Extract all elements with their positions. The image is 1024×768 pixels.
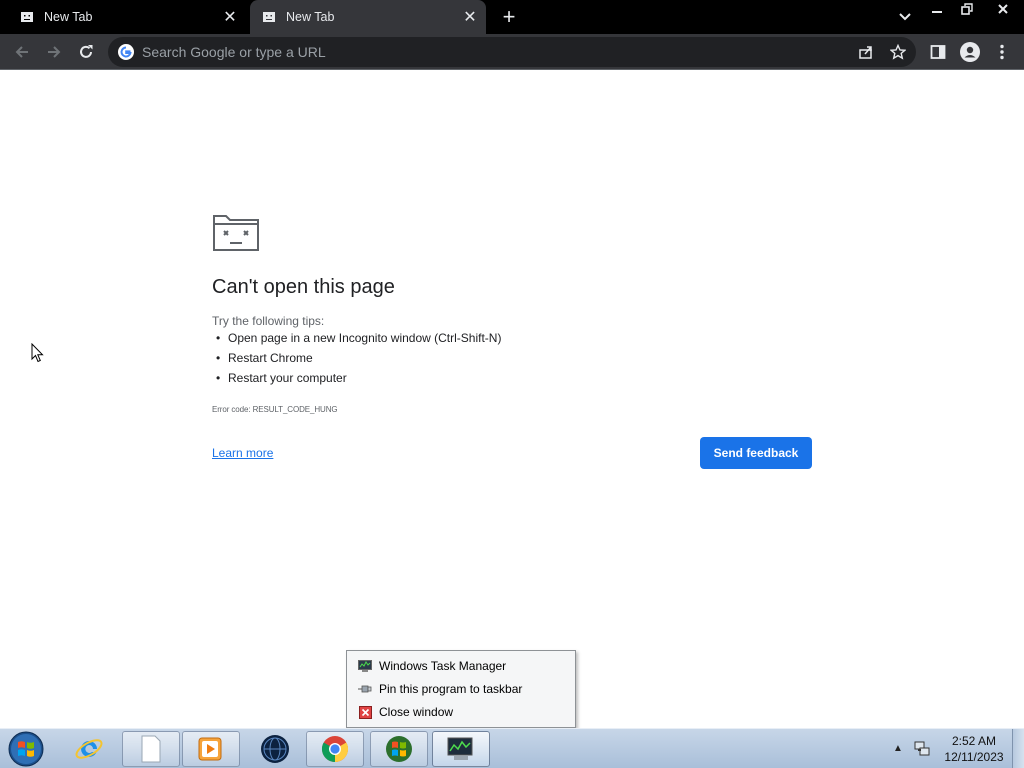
taskbar-task-manager[interactable] bbox=[432, 731, 490, 767]
tab-title: New Tab bbox=[44, 10, 93, 24]
jump-list-label: Close window bbox=[379, 705, 454, 719]
jump-list-close-window[interactable]: Close window bbox=[347, 701, 575, 723]
windows-flag-icon bbox=[386, 736, 412, 762]
restore-icon bbox=[961, 3, 973, 15]
learn-more-link[interactable]: Learn more bbox=[212, 446, 273, 460]
tip-item: Restart Chrome bbox=[216, 350, 501, 370]
tab-new-tab-2[interactable]: New Tab ✕ bbox=[250, 0, 486, 34]
forward-button[interactable] bbox=[42, 40, 66, 64]
globe-icon bbox=[261, 735, 289, 763]
google-g-icon bbox=[118, 44, 134, 60]
reload-icon bbox=[80, 45, 93, 58]
star-icon bbox=[890, 44, 906, 60]
tab-close-icon[interactable]: ✕ bbox=[220, 7, 240, 27]
system-clock[interactable]: 2:52 AM 12/11/2023 bbox=[940, 733, 1008, 765]
minimize-button[interactable] bbox=[922, 0, 952, 18]
new-tab-button[interactable]: + bbox=[498, 6, 520, 28]
jump-list-label: Pin this program to taskbar bbox=[379, 682, 523, 696]
close-button[interactable] bbox=[982, 0, 1024, 18]
avatar-icon bbox=[960, 42, 980, 62]
jump-list-task-manager[interactable]: Windows Task Manager bbox=[347, 655, 575, 677]
pin-icon bbox=[357, 681, 373, 697]
sad-page-icon bbox=[21, 12, 33, 22]
share-icon bbox=[859, 46, 872, 59]
tray-expand-arrow-icon[interactable]: ▲ bbox=[893, 743, 903, 754]
back-arrow-icon bbox=[15, 46, 28, 58]
mouse-cursor-icon bbox=[31, 343, 44, 363]
taskbar-globe-app[interactable] bbox=[246, 731, 304, 767]
omnibox-input[interactable] bbox=[142, 37, 842, 67]
task-manager-icon bbox=[447, 737, 473, 760]
clock-date: 12/11/2023 bbox=[944, 750, 1004, 764]
taskbar-chrome[interactable] bbox=[306, 731, 364, 767]
taskbar-jump-list: Windows Task Manager Pin this program to… bbox=[346, 650, 576, 728]
jump-list-pin[interactable]: Pin this program to taskbar bbox=[347, 678, 575, 700]
folder-icon bbox=[141, 735, 161, 763]
tips-list: Open page in a new Incognito window (Ctr… bbox=[216, 330, 501, 390]
task-manager-icon bbox=[357, 658, 373, 674]
tip-item: Open page in a new Incognito window (Ctr… bbox=[216, 330, 501, 350]
error-code: Error code: RESULT_CODE_HUNG bbox=[212, 405, 338, 414]
taskbar-media-player[interactable] bbox=[182, 731, 240, 767]
chrome-menu-button[interactable] bbox=[990, 40, 1014, 64]
send-feedback-button[interactable]: Send feedback bbox=[700, 437, 812, 469]
error-heading: Can't open this page bbox=[212, 276, 395, 298]
side-panel-icon bbox=[930, 45, 946, 59]
forward-arrow-icon bbox=[48, 46, 61, 58]
omnibox[interactable] bbox=[108, 37, 916, 67]
sad-folder-icon bbox=[213, 215, 259, 251]
windows-taskbar: ▲ 2:52 AM 12/11/2023 bbox=[0, 728, 1024, 768]
tips-intro: Try the following tips: bbox=[212, 314, 325, 328]
network-icon[interactable] bbox=[914, 741, 930, 757]
internet-explorer-icon bbox=[75, 739, 103, 759]
clock-time: 2:52 AM bbox=[951, 734, 997, 748]
tab-strip: New Tab ✕ New Tab ✕ + bbox=[0, 0, 1024, 34]
show-desktop-button[interactable] bbox=[1012, 729, 1024, 768]
bookmark-star-button[interactable] bbox=[886, 40, 910, 64]
kebab-menu-icon bbox=[1000, 44, 1004, 60]
tab-new-tab-1[interactable]: New Tab ✕ bbox=[8, 0, 246, 34]
side-panel-button[interactable] bbox=[926, 40, 950, 64]
reload-button[interactable] bbox=[74, 40, 98, 64]
back-button[interactable] bbox=[10, 40, 34, 64]
share-button[interactable] bbox=[854, 40, 878, 64]
start-button-windows-orb-icon[interactable] bbox=[6, 730, 46, 768]
close-icon bbox=[998, 4, 1008, 14]
taskbar-internet-explorer[interactable] bbox=[60, 731, 118, 767]
jump-list-label: Windows Task Manager bbox=[379, 659, 507, 673]
taskbar-file-explorer[interactable] bbox=[122, 731, 180, 767]
tab-search-chevron-icon[interactable] bbox=[895, 8, 915, 26]
restore-button[interactable] bbox=[952, 0, 982, 18]
tab-close-icon[interactable]: ✕ bbox=[460, 7, 480, 27]
taskbar-windows-flag-app[interactable] bbox=[370, 731, 428, 767]
tab-title: New Tab bbox=[286, 10, 335, 24]
tip-item: Restart your computer bbox=[216, 370, 501, 390]
window-controls bbox=[922, 0, 1024, 20]
sad-page-icon bbox=[263, 12, 275, 22]
minimize-icon bbox=[932, 11, 942, 13]
chrome-icon bbox=[321, 736, 349, 763]
profile-button[interactable] bbox=[958, 40, 982, 64]
browser-toolbar bbox=[0, 34, 1024, 70]
media-player-icon bbox=[198, 737, 222, 761]
close-window-icon bbox=[357, 704, 373, 720]
